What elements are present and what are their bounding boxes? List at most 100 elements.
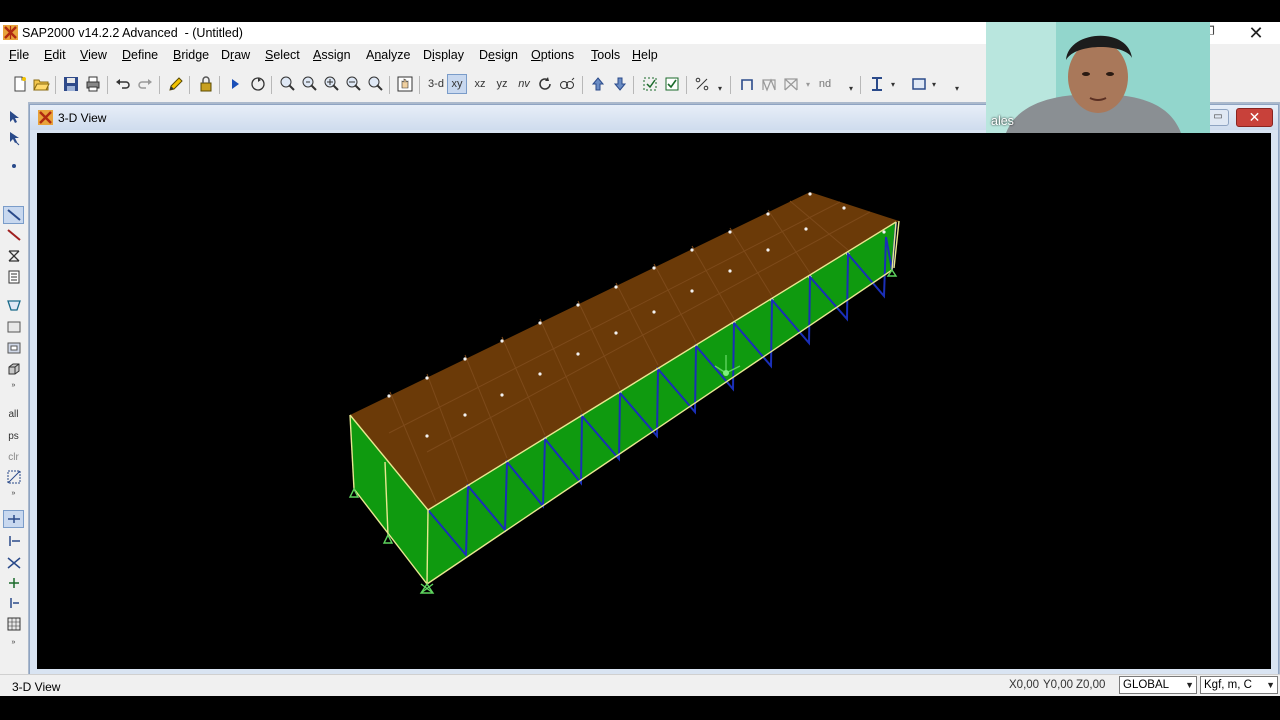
refresh-view-icon[interactable]	[248, 74, 268, 94]
toolbar-overflow-icon[interactable]: ▾	[951, 78, 963, 98]
view-xz-button[interactable]: xz	[470, 74, 490, 94]
view-yz-button[interactable]: yz	[492, 74, 512, 94]
menu-item-help[interactable]: Help	[632, 48, 658, 62]
draw-poly-area-icon[interactable]	[3, 296, 24, 314]
previous-selection-button[interactable]: ps	[3, 427, 24, 445]
toolbar-separator	[107, 76, 108, 94]
undo-icon[interactable]	[113, 74, 133, 94]
draw-brace-tool-icon[interactable]	[3, 247, 24, 265]
snap-endpoint-icon[interactable]	[3, 532, 24, 550]
zoom-step-icon[interactable]	[365, 74, 385, 94]
toolbar-separator	[55, 76, 56, 94]
toolbar-separator	[419, 76, 420, 94]
menu-item-edit[interactable]: Edit	[44, 48, 66, 62]
view-close-button[interactable]: ✕	[1236, 108, 1273, 127]
rotate-3d-icon[interactable]	[535, 74, 555, 94]
view-nv-button[interactable]: nv	[514, 74, 534, 94]
view-nd-button[interactable]: nd	[815, 74, 835, 94]
move-up-icon[interactable]	[588, 74, 608, 94]
perspective-icon[interactable]	[557, 74, 577, 94]
intersecting-line-icon[interactable]	[3, 468, 24, 486]
zoom-restore-icon[interactable]	[299, 74, 319, 94]
select-all-tool-button[interactable]: all	[3, 405, 24, 423]
percent-icon[interactable]	[692, 74, 712, 94]
zoom-out-icon[interactable]	[343, 74, 363, 94]
run-analysis-icon[interactable]	[225, 74, 245, 94]
lock-icon[interactable]	[196, 74, 216, 94]
save-icon[interactable]	[61, 74, 81, 94]
toolbar-separator	[159, 76, 160, 94]
snap-line-icon[interactable]	[3, 594, 24, 612]
left-toolbar-overflow-icon[interactable]: »	[3, 488, 24, 498]
left-toolbar-overflow-icon[interactable]: »	[3, 380, 24, 390]
draw-frame-tool-icon[interactable]	[3, 206, 24, 224]
bridge-deck	[350, 192, 899, 510]
open-folder-icon[interactable]	[31, 74, 51, 94]
area-dropdown-icon[interactable]: ▾	[929, 74, 939, 94]
webcam-participant-name: ales	[991, 114, 1014, 128]
coordinate-system-select[interactable]: GLOBAL ▼	[1119, 676, 1197, 694]
draw-joint-icon[interactable]	[3, 157, 24, 175]
menu-item-file[interactable]: File	[9, 48, 29, 62]
toolbar-separator	[389, 76, 390, 94]
draw-frame-icon[interactable]	[737, 74, 757, 94]
pencil-icon[interactable]	[165, 74, 185, 94]
clear-selection-button[interactable]: clr	[3, 448, 24, 466]
toolbar-overflow-icon[interactable]: ▾	[845, 78, 857, 98]
toolbar-separator	[189, 76, 190, 94]
menu-item-assign[interactable]: Assign	[313, 48, 351, 62]
model-canvas[interactable]	[37, 133, 1271, 669]
quick-draw-area-icon[interactable]	[3, 339, 24, 357]
coord-y-readout: Y0,00	[1043, 679, 1074, 691]
redo-icon[interactable]	[135, 74, 155, 94]
view-xy-button[interactable]: xy	[447, 74, 467, 94]
quick-draw-frame-icon[interactable]	[3, 226, 24, 244]
menu-item-select[interactable]: Select	[265, 48, 300, 62]
menu-item-bridge[interactable]: Bridge	[173, 48, 209, 62]
new-model-icon[interactable]	[10, 74, 30, 94]
left-toolbar-overflow-icon[interactable]: »	[3, 637, 24, 647]
zoom-window-icon[interactable]	[277, 74, 297, 94]
menu-item-design[interactable]: Design	[479, 48, 518, 62]
pointer-icon[interactable]	[3, 108, 24, 126]
snap-grid-icon[interactable]	[3, 615, 24, 633]
pan-icon[interactable]	[395, 74, 415, 94]
toolbar-separator	[219, 76, 220, 94]
zoom-in-icon[interactable]	[321, 74, 341, 94]
menu-item-display[interactable]: Display	[423, 48, 464, 62]
area-section-icon[interactable]	[909, 74, 929, 94]
snap-intersection-icon[interactable]	[3, 554, 24, 572]
draw-solid-icon[interactable]	[3, 360, 24, 378]
print-icon[interactable]	[83, 74, 103, 94]
3d-view-window: 3-D View ▭ ✕	[29, 104, 1279, 688]
menu-item-tools[interactable]: Tools	[591, 48, 620, 62]
snap-joints-icon[interactable]	[3, 510, 24, 528]
select-all-icon[interactable]	[640, 74, 660, 94]
draw-rect-area-icon[interactable]	[3, 318, 24, 336]
move-down-icon[interactable]	[610, 74, 630, 94]
section-dropdown-icon[interactable]: ▾	[888, 74, 898, 94]
draw-link-icon[interactable]	[3, 268, 24, 286]
check-icon[interactable]	[662, 74, 682, 94]
section-i-icon[interactable]	[867, 74, 887, 94]
menu-item-draw[interactable]: Draw	[221, 48, 250, 62]
toolbar-separator	[582, 76, 583, 94]
view-maximize-button[interactable]: ▭	[1207, 109, 1229, 126]
truss-bridge-model	[348, 192, 900, 594]
draw-dropdown-icon[interactable]: ▾	[803, 74, 813, 94]
reshape-icon[interactable]	[3, 129, 24, 147]
menu-item-analyze[interactable]: Analyze	[366, 48, 410, 62]
sap2000-logo-icon	[3, 25, 18, 40]
toolbar-separator	[730, 76, 731, 94]
units-select[interactable]: Kgf, m, C ▼	[1200, 676, 1278, 694]
draw-truss-icon[interactable]	[759, 74, 779, 94]
close-window-button[interactable]: ✕	[1246, 22, 1266, 44]
toolbar-overflow-icon[interactable]: ▾	[714, 78, 726, 98]
main-toolbar: 3-d xy xz yz nv ▾ ▾ nd ▾ ▾ ▾ ▾	[0, 70, 975, 98]
snap-perpendicular-icon[interactable]	[3, 574, 24, 592]
draw-brace-icon[interactable]	[781, 74, 801, 94]
menu-item-view[interactable]: View	[80, 48, 107, 62]
view-3d-button[interactable]: 3-d	[426, 74, 446, 94]
menu-item-options[interactable]: Options	[531, 48, 574, 62]
menu-item-define[interactable]: Define	[122, 48, 158, 62]
